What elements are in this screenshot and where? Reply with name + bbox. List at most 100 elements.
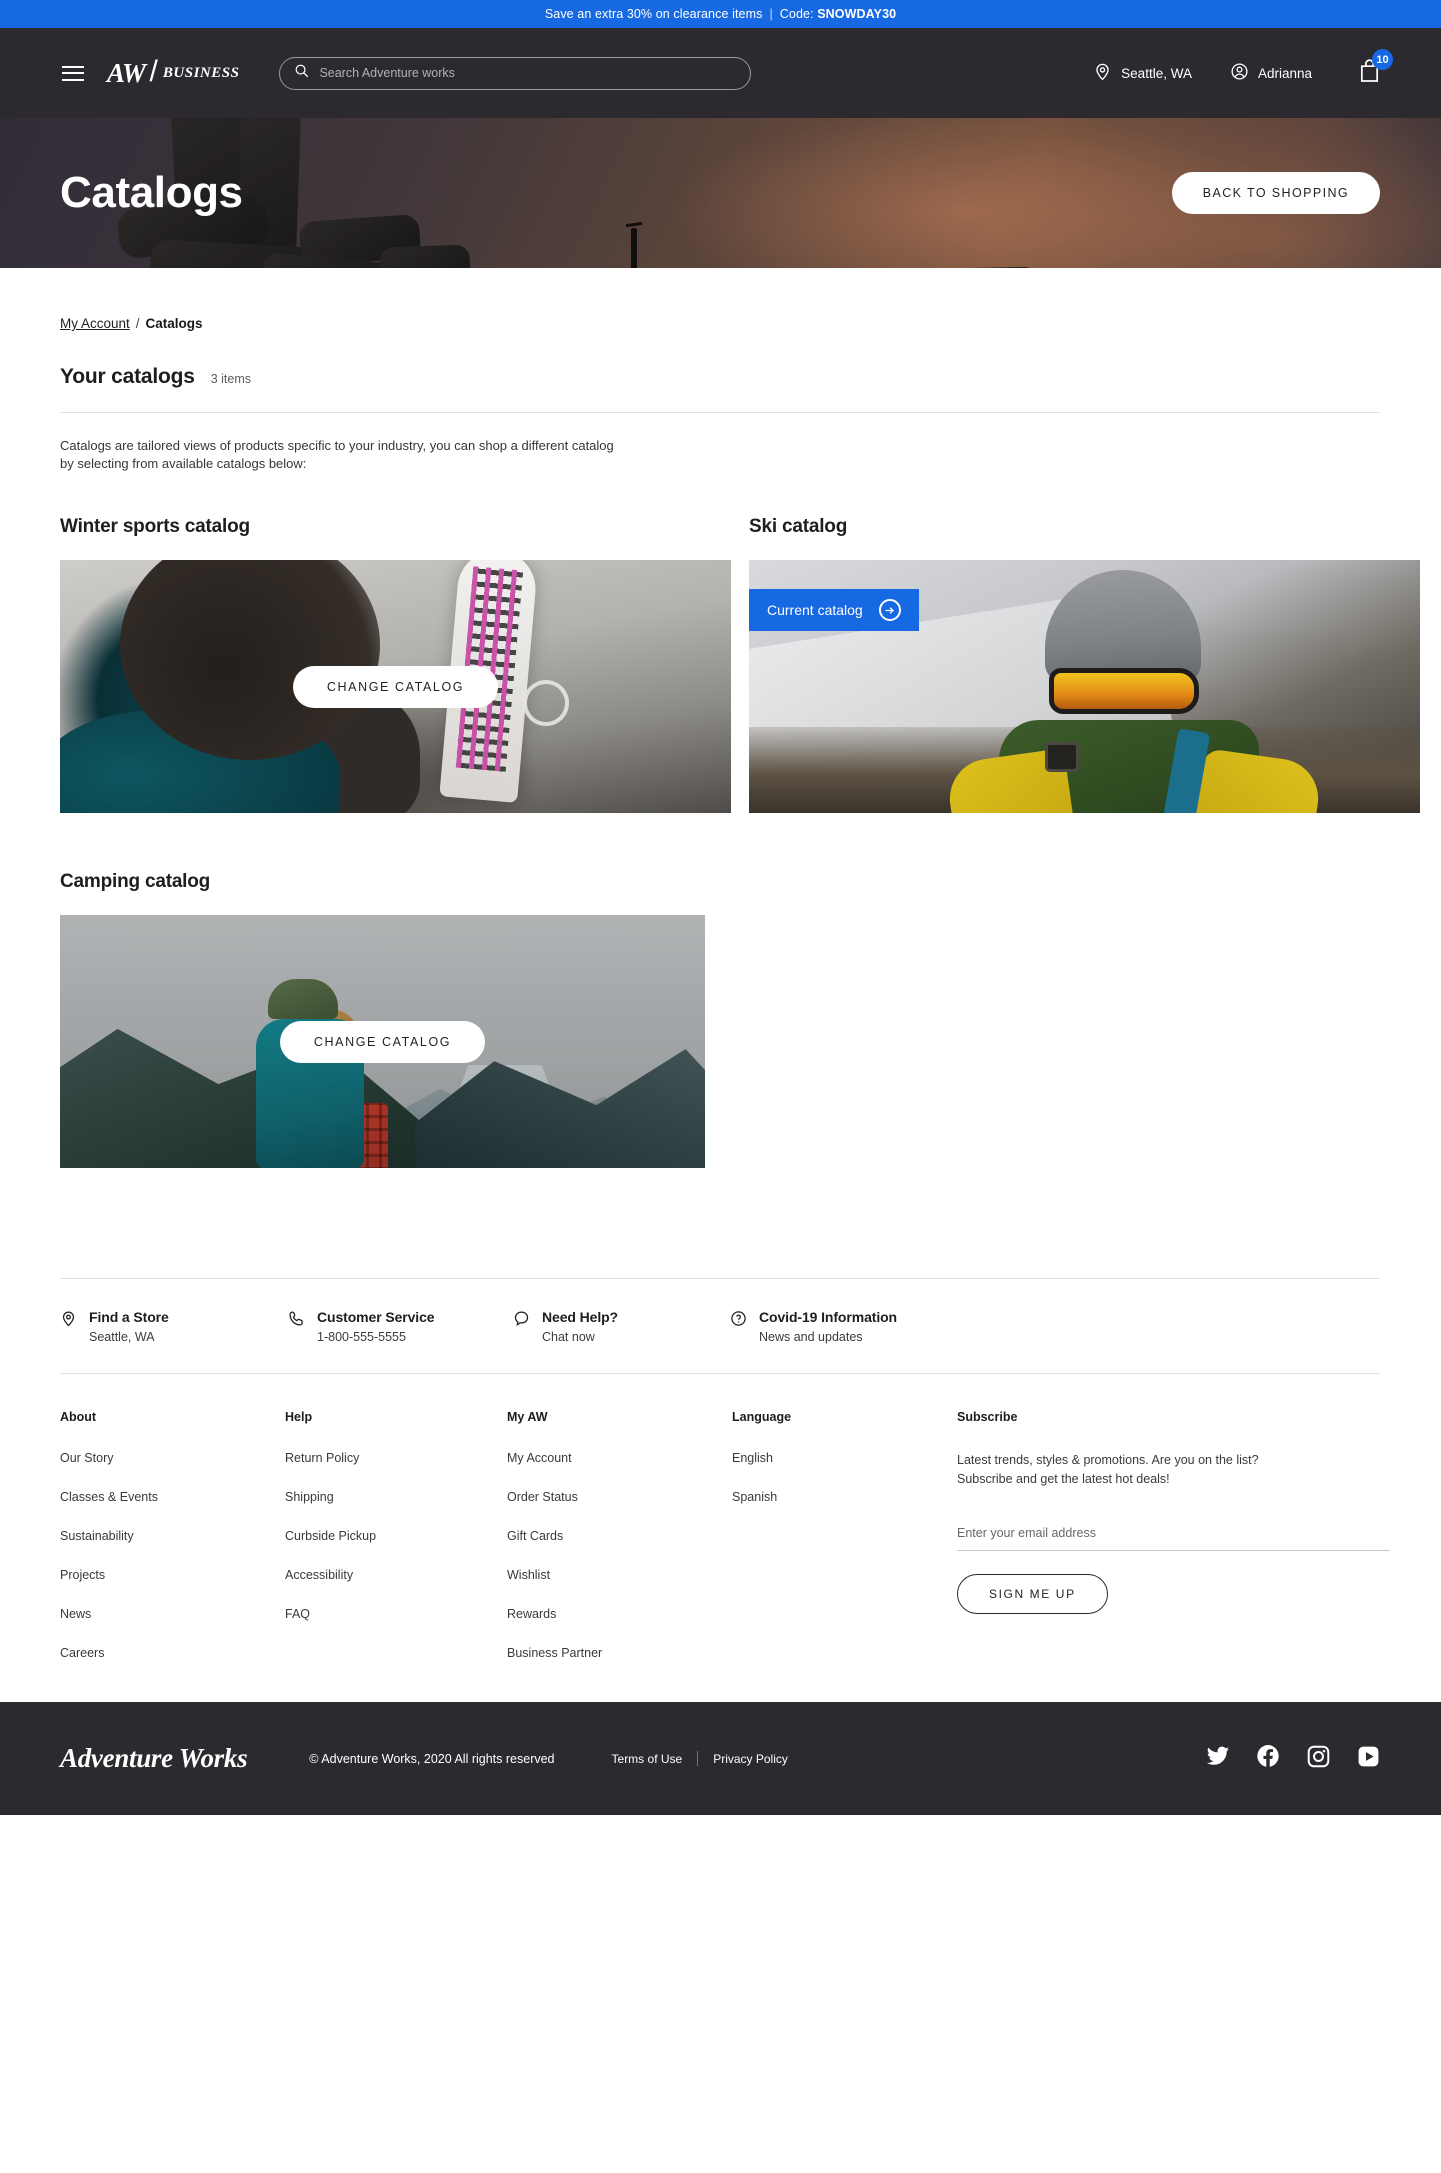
promo-separator: | bbox=[769, 7, 773, 21]
email-input[interactable] bbox=[957, 1525, 1390, 1551]
question-circle-icon bbox=[730, 1310, 747, 1332]
footer-column-help: Help Return Policy Shipping Curbside Pic… bbox=[285, 1410, 507, 1660]
subscribe-text-line-1: Latest trends, styles & promotions. Are … bbox=[957, 1453, 1259, 1468]
brand-logo[interactable]: AW / BUSINESS bbox=[107, 55, 240, 90]
location-pin-icon bbox=[1093, 62, 1112, 84]
cart-button[interactable]: 10 bbox=[1358, 49, 1393, 88]
footer-column-heading: Language bbox=[732, 1410, 792, 1425]
breadcrumb-my-account-link[interactable]: My Account bbox=[60, 316, 130, 331]
service-title: Covid-19 Information bbox=[759, 1309, 898, 1326]
account-label: Adrianna bbox=[1257, 65, 1312, 81]
social-links bbox=[1206, 1743, 1381, 1774]
footer-link[interactable]: Wishlist bbox=[507, 1568, 732, 1582]
catalog-grid: Winter sports catalog CHANGE CATALOG Ski… bbox=[60, 516, 1420, 814]
footer-link[interactable]: Rewards bbox=[507, 1607, 732, 1621]
legal-divider bbox=[697, 1751, 699, 1767]
footer-link[interactable]: English bbox=[732, 1451, 957, 1465]
footer-link[interactable]: Careers bbox=[60, 1646, 285, 1660]
goggles-decoration bbox=[1049, 668, 1199, 715]
section-title: Your catalogs bbox=[60, 365, 195, 388]
section-divider bbox=[60, 412, 1380, 413]
search-bar[interactable] bbox=[279, 56, 752, 90]
promo-banner: Save an extra 30% on clearance items | C… bbox=[0, 0, 1441, 28]
catalog-card[interactable]: CHANGE CATALOG bbox=[60, 560, 731, 814]
account-menu[interactable]: Adrianna bbox=[1230, 62, 1312, 84]
footer-link[interactable]: Curbside Pickup bbox=[285, 1529, 507, 1543]
change-catalog-button[interactable]: CHANGE CATALOG bbox=[292, 665, 499, 708]
hero-banner: Catalogs BACK TO SHOPPING bbox=[0, 118, 1441, 268]
current-catalog-badge[interactable]: Current catalog bbox=[749, 589, 919, 632]
footer-column-heading: My AW bbox=[507, 1410, 548, 1425]
footer-link[interactable]: Return Policy bbox=[285, 1451, 507, 1465]
instagram-icon[interactable] bbox=[1306, 1744, 1331, 1774]
terms-of-use-link[interactable]: Terms of Use bbox=[612, 1752, 683, 1766]
twitter-icon[interactable] bbox=[1206, 1744, 1230, 1773]
hiker-hat-decoration bbox=[268, 979, 338, 1020]
footer-column-heading: About bbox=[60, 1410, 97, 1425]
location-selector[interactable]: Seattle, WA bbox=[1093, 62, 1192, 84]
service-title: Need Help? bbox=[542, 1309, 619, 1326]
brand-divider: / bbox=[149, 55, 158, 88]
service-covid-information[interactable]: Covid-19 Information News and updates bbox=[730, 1309, 897, 1344]
footer-column-heading: Help bbox=[285, 1410, 313, 1425]
service-links-strip: Find a Store Seattle, WA Customer Servic… bbox=[60, 1278, 1380, 1344]
footer-link[interactable]: News bbox=[60, 1607, 285, 1621]
footer-columns: About Our Story Classes & Events Sustain… bbox=[60, 1374, 1390, 1702]
page-title: Catalogs bbox=[60, 168, 243, 217]
service-customer-service[interactable]: Customer Service 1-800-555-5555 bbox=[288, 1309, 513, 1344]
footer-column-my-aw: My AW My Account Order Status Gift Cards… bbox=[507, 1410, 732, 1660]
breadcrumb: My Account / Catalogs bbox=[60, 268, 1380, 331]
footer-bottom-bar: Adventure Works © Adventure Works, 2020 … bbox=[0, 1702, 1441, 1816]
service-title: Customer Service bbox=[317, 1309, 435, 1326]
footer-link[interactable]: FAQ bbox=[285, 1607, 507, 1621]
footer-column-subscribe: Subscribe Latest trends, styles & promot… bbox=[957, 1410, 1390, 1660]
footer-link[interactable]: Projects bbox=[60, 1568, 285, 1582]
footer-link[interactable]: Accessibility bbox=[285, 1568, 507, 1582]
catalog-title: Ski catalog bbox=[749, 516, 848, 538]
back-to-shopping-button[interactable]: BACK TO SHOPPING bbox=[1171, 172, 1380, 214]
footer-link[interactable]: Classes & Events bbox=[60, 1490, 285, 1504]
youtube-icon[interactable] bbox=[1356, 1744, 1381, 1774]
footer-column-about: About Our Story Classes & Events Sustain… bbox=[60, 1410, 285, 1660]
change-catalog-button[interactable]: CHANGE CATALOG bbox=[279, 1020, 486, 1063]
promo-text: Save an extra 30% on clearance items bbox=[544, 7, 763, 21]
footer-link[interactable]: Spanish bbox=[732, 1490, 957, 1504]
footer-link[interactable]: Order Status bbox=[507, 1490, 732, 1504]
footer-link[interactable]: Gift Cards bbox=[507, 1529, 732, 1543]
location-pin-icon bbox=[60, 1310, 77, 1332]
footer-link[interactable]: My Account bbox=[507, 1451, 732, 1465]
copyright-text: © Adventure Works, 2020 All rights reser… bbox=[309, 1751, 555, 1766]
shopping-bag-icon bbox=[1358, 59, 1381, 87]
service-subtitle: News and updates bbox=[759, 1330, 863, 1345]
service-find-a-store[interactable]: Find a Store Seattle, WA bbox=[60, 1309, 288, 1344]
catalog-card[interactable]: Current catalog bbox=[749, 560, 1420, 814]
facebook-icon[interactable] bbox=[1255, 1743, 1281, 1774]
footer-link[interactable]: Shipping bbox=[285, 1490, 507, 1504]
catalog-title: Winter sports catalog bbox=[60, 516, 250, 538]
service-need-help[interactable]: Need Help? Chat now bbox=[513, 1309, 730, 1344]
hamburger-menu-icon[interactable] bbox=[62, 65, 84, 81]
service-title: Find a Store bbox=[89, 1309, 169, 1326]
phone-icon bbox=[288, 1310, 305, 1332]
breadcrumb-current: Catalogs bbox=[145, 316, 203, 331]
section-intro-text: Catalogs are tailored views of products … bbox=[60, 438, 614, 471]
footer-link[interactable]: Our Story bbox=[60, 1451, 285, 1465]
breadcrumb-separator: / bbox=[135, 316, 140, 331]
promo-code: SNOWDAY30 bbox=[817, 7, 897, 21]
catalog-item-winter-sports: Winter sports catalog CHANGE CATALOG bbox=[60, 516, 731, 814]
sign-me-up-button[interactable]: SIGN ME UP bbox=[957, 1573, 1108, 1614]
section-item-count: 3 items bbox=[210, 372, 252, 386]
current-catalog-label: Current catalog bbox=[767, 602, 863, 619]
catalog-item-camping: Camping catalog CHANGE CATALOG bbox=[60, 871, 731, 1169]
privacy-policy-link[interactable]: Privacy Policy bbox=[713, 1752, 788, 1766]
location-label: Seattle, WA bbox=[1121, 65, 1192, 81]
legal-links: Terms of Use Privacy Policy bbox=[612, 1751, 788, 1767]
site-header: AW / BUSINESS Seattle, WA bbox=[0, 28, 1441, 118]
footer-link[interactable]: Sustainability bbox=[60, 1529, 285, 1543]
search-input[interactable] bbox=[319, 66, 737, 80]
catalog-card[interactable]: CHANGE CATALOG bbox=[60, 915, 705, 1169]
cart-count-badge: 10 bbox=[1372, 49, 1393, 70]
brand-subtitle: BUSINESS bbox=[162, 64, 240, 81]
footer-logo[interactable]: Adventure Works bbox=[60, 1743, 248, 1774]
footer-link[interactable]: Business Partner bbox=[507, 1646, 732, 1660]
